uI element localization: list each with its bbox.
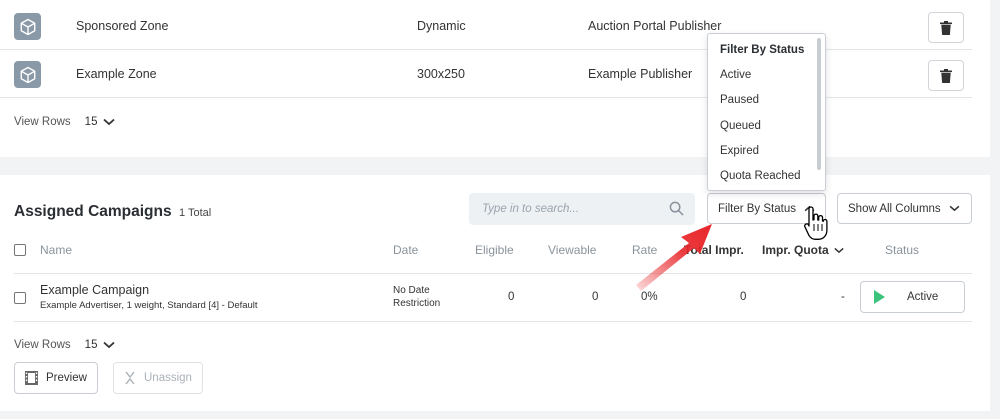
zones-view-rows[interactable]: View Rows 15 xyxy=(14,116,116,128)
filter-option-paused[interactable]: Paused xyxy=(720,94,759,106)
zone-name: Sponsored Zone xyxy=(76,19,169,33)
campaign-date: No Date Restriction xyxy=(393,285,441,309)
status-toggle-button[interactable]: Active xyxy=(860,281,965,313)
campaign-eligible: 0 xyxy=(508,291,515,303)
divider xyxy=(14,273,972,274)
preview-button[interactable]: Preview xyxy=(14,362,98,394)
column-header-rate[interactable]: Rate xyxy=(632,243,657,257)
film-icon xyxy=(25,371,38,385)
filter-option-active[interactable]: Active xyxy=(720,69,751,81)
zones-card: Sponsored Zone Dynamic Auction Portal Pu… xyxy=(0,0,990,157)
view-rows-label: View Rows xyxy=(14,339,71,351)
view-rows-value: 15 xyxy=(84,116,98,128)
filter-option-expired[interactable]: Expired xyxy=(720,145,759,157)
total-count: 1 Total xyxy=(179,207,212,219)
zone-publisher: Example Publisher xyxy=(588,67,693,81)
unassign-button[interactable]: Unassign xyxy=(113,362,203,394)
search-icon xyxy=(669,201,684,216)
chevron-down-icon xyxy=(103,341,116,349)
zone-row[interactable]: Example Zone 300x250 Example Publisher xyxy=(0,50,972,98)
preview-label: Preview xyxy=(46,372,87,384)
campaign-total-impr: 0 xyxy=(740,291,747,303)
divider xyxy=(14,321,972,322)
status-label: Active xyxy=(907,291,939,303)
column-header-status[interactable]: Status xyxy=(885,243,919,257)
columns-label: Show All Columns xyxy=(848,202,941,215)
delete-zone-button[interactable] xyxy=(928,60,964,91)
show-columns-select[interactable]: Show All Columns xyxy=(837,193,972,224)
column-header-total-impr[interactable]: Total Impr. xyxy=(684,243,744,257)
campaigns-view-rows[interactable]: View Rows 15 xyxy=(14,339,116,351)
view-rows-label: View Rows xyxy=(14,116,71,128)
zone-name: Example Zone xyxy=(76,67,157,81)
chevron-down-icon xyxy=(834,247,844,254)
dropdown-scrollbar[interactable] xyxy=(817,38,821,170)
column-header-date[interactable]: Date xyxy=(393,243,418,257)
zone-cube-icon xyxy=(14,61,41,88)
section-title: Assigned Campaigns xyxy=(14,203,172,220)
column-header-impr-quota[interactable]: Impr. Quota xyxy=(762,243,844,257)
unassign-label: Unassign xyxy=(144,372,192,384)
column-header-name[interactable]: Name xyxy=(40,243,72,257)
campaign-details: Example Advertiser, 1 weight, Standard [… xyxy=(40,300,258,311)
filter-label: Filter By Status xyxy=(718,202,796,215)
campaign-name[interactable]: Example Campaign xyxy=(40,283,149,297)
zone-publisher: Auction Portal Publisher xyxy=(588,19,722,33)
campaigns-card: Assigned Campaigns 1 Total Filter By Sta… xyxy=(0,175,990,411)
view-rows-value: 15 xyxy=(84,339,98,351)
select-all-checkbox[interactable] xyxy=(14,244,26,256)
campaign-rate: 0% xyxy=(641,291,658,303)
unlink-icon xyxy=(125,371,135,385)
zone-size: Dynamic xyxy=(417,19,466,33)
zone-size: 300x250 xyxy=(417,67,465,81)
search-input[interactable] xyxy=(469,193,659,225)
trash-icon xyxy=(940,20,952,35)
hand-cursor-icon xyxy=(804,206,828,240)
campaign-impr-quota: - xyxy=(841,291,845,303)
zone-cube-icon xyxy=(14,13,41,40)
column-header-viewable[interactable]: Viewable xyxy=(548,243,596,257)
filter-status-dropdown[interactable]: Filter By Status Active Paused Queued Ex… xyxy=(707,33,826,191)
impr-quota-label: Impr. Quota xyxy=(762,243,829,257)
chevron-down-icon xyxy=(949,205,960,212)
play-icon xyxy=(874,290,885,304)
filter-option-queued[interactable]: Queued xyxy=(720,120,761,132)
zone-row[interactable]: Sponsored Zone Dynamic Auction Portal Pu… xyxy=(0,2,972,50)
row-checkbox[interactable] xyxy=(14,292,26,304)
trash-icon xyxy=(940,68,952,83)
chevron-down-icon xyxy=(103,118,116,126)
column-header-eligible[interactable]: Eligible xyxy=(475,243,514,257)
campaign-viewable: 0 xyxy=(592,291,599,303)
search-box[interactable] xyxy=(469,193,695,225)
delete-zone-button[interactable] xyxy=(928,12,964,43)
filter-option-quota-reached[interactable]: Quota Reached xyxy=(720,170,801,182)
dropdown-heading: Filter By Status xyxy=(720,44,805,56)
